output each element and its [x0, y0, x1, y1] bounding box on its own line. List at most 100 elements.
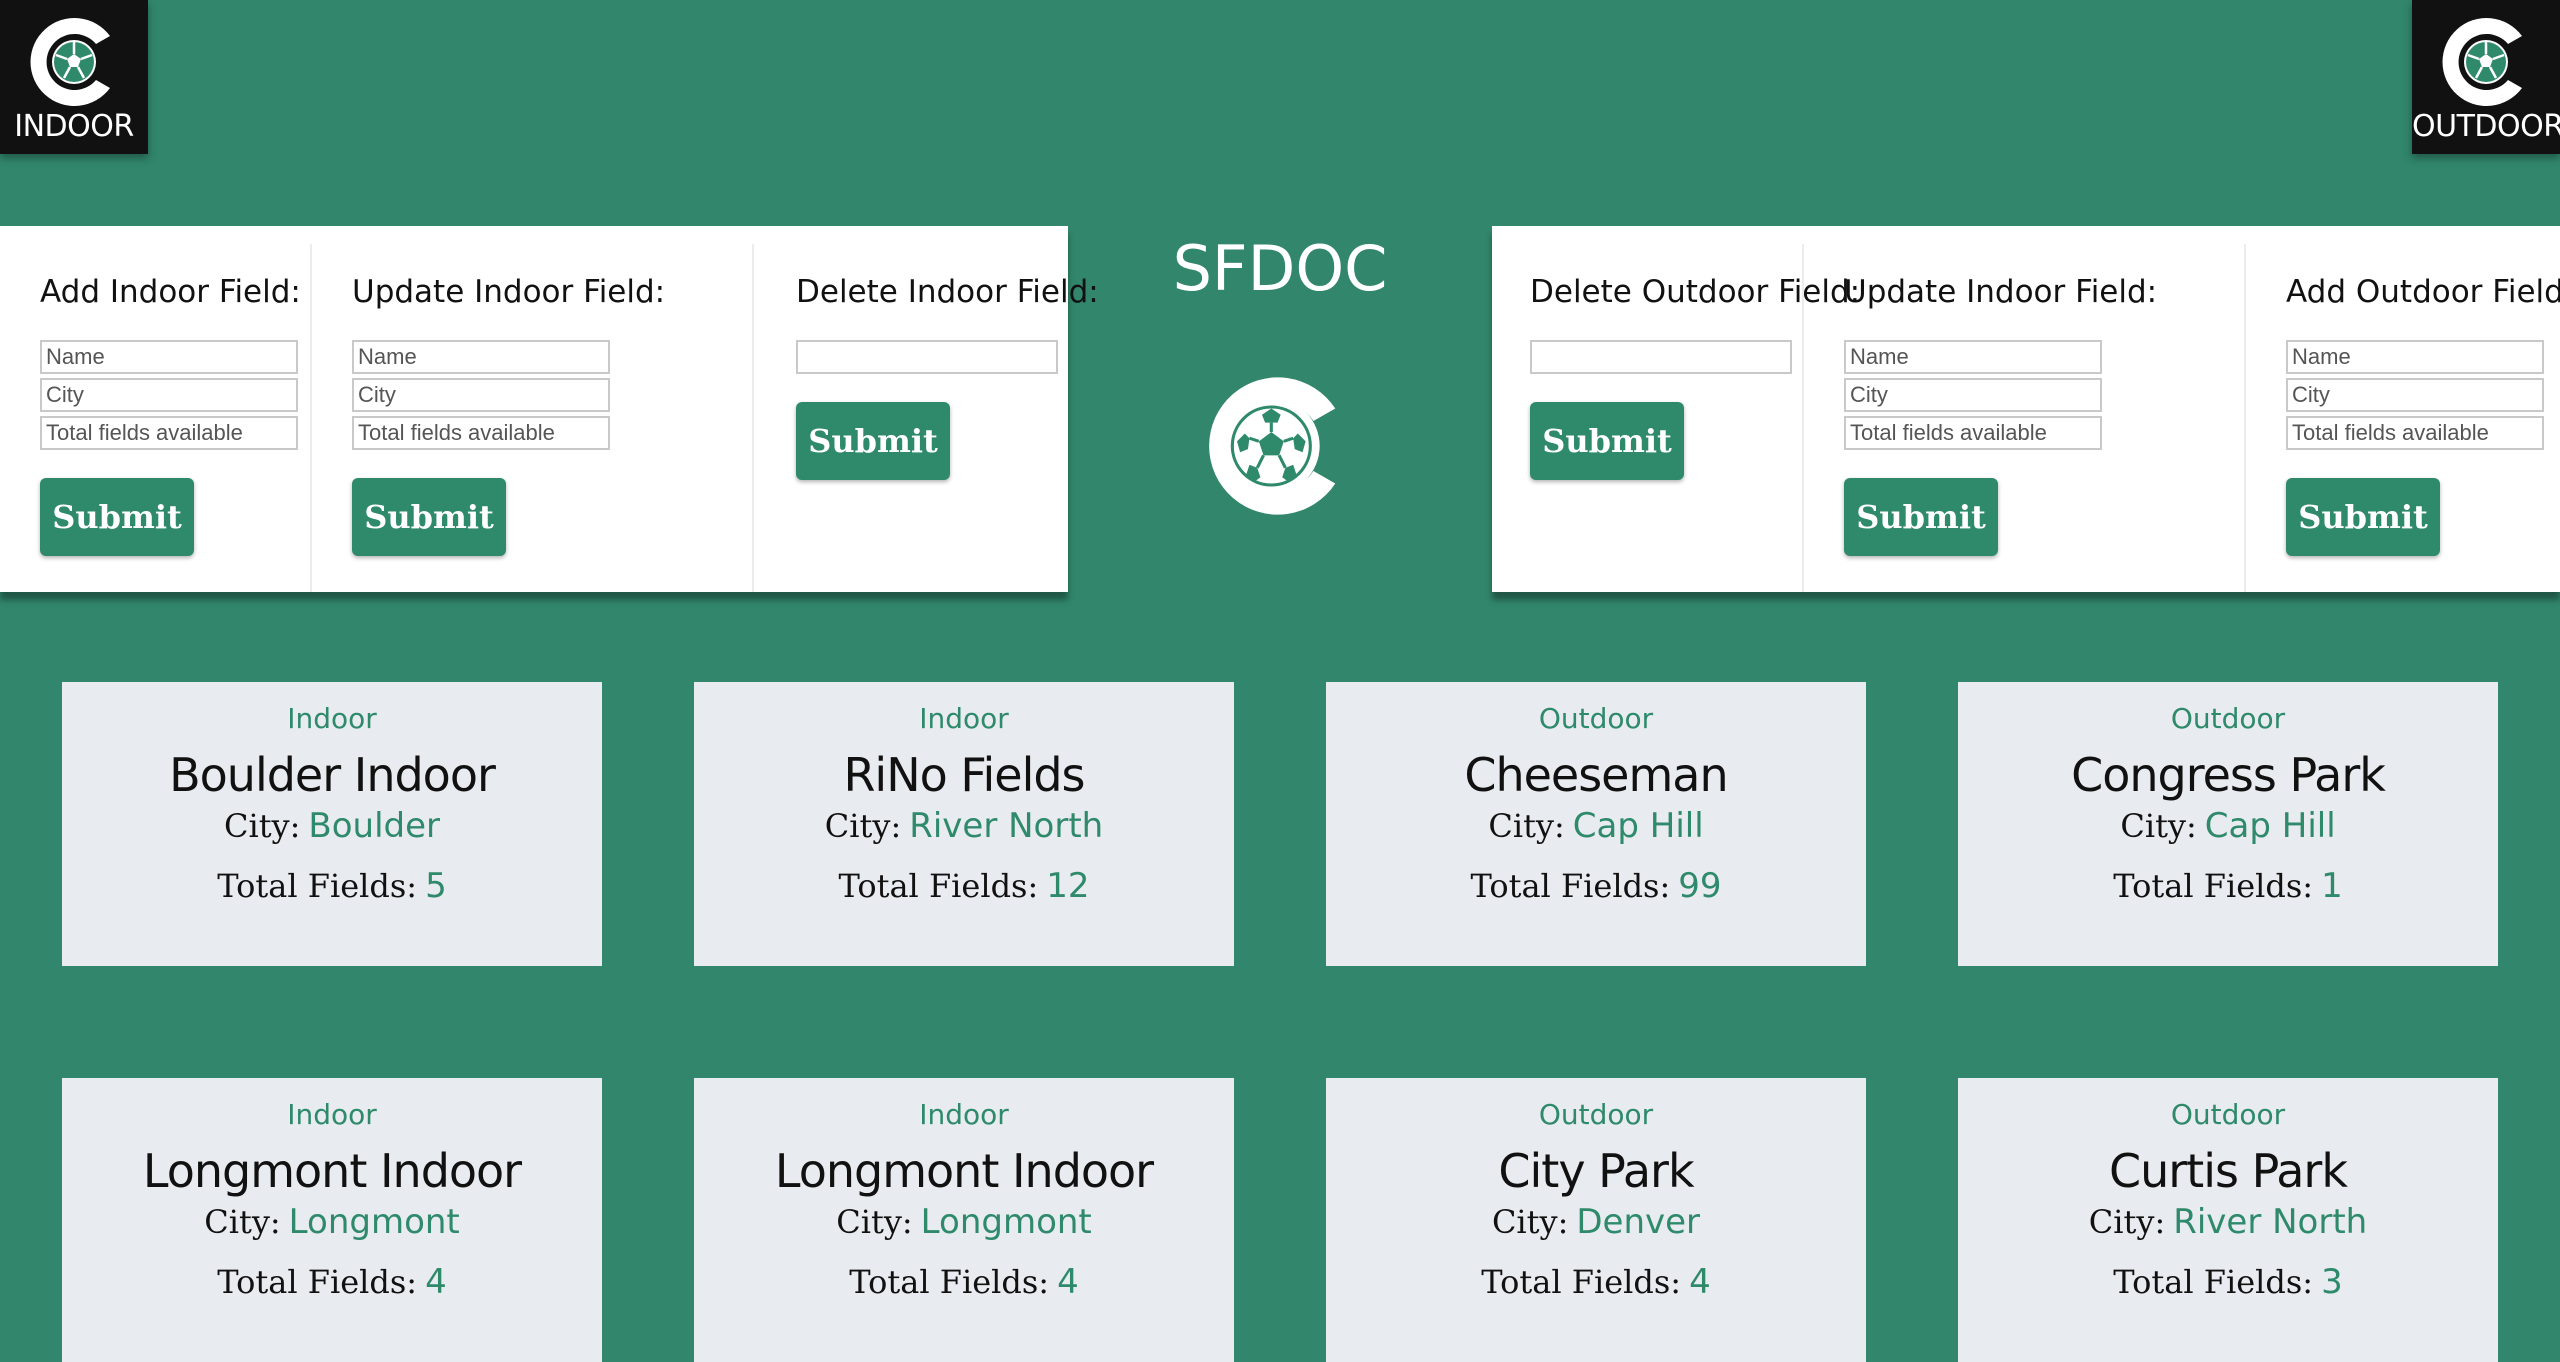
- soccer-c-logo-icon: [30, 18, 110, 106]
- field-card: Indoor Boulder Indoor City: Boulder Total…: [62, 682, 602, 966]
- name-input[interactable]: [352, 340, 610, 374]
- card-total-line: Total Fields: 5: [62, 866, 602, 906]
- form-title: Update Indoor Field:: [1844, 274, 2158, 310]
- total-fields-input[interactable]: [1844, 416, 2102, 450]
- submit-button[interactable]: Submit: [1530, 402, 1684, 480]
- soccer-c-logo-icon: [2442, 18, 2522, 106]
- total-label: Total Fields:: [2113, 867, 2314, 905]
- city-input[interactable]: [1844, 378, 2102, 412]
- city-value: Boulder: [308, 806, 441, 846]
- total-value: 4: [1057, 1262, 1079, 1302]
- outdoor-logo-link[interactable]: OUTDOOR: [2412, 0, 2560, 154]
- indoor-logo-label: INDOOR: [14, 109, 134, 144]
- delete-outdoor-form: Delete Outdoor Field: Submit: [1492, 244, 1860, 592]
- total-value: 99: [1678, 866, 1722, 906]
- submit-button[interactable]: Submit: [2286, 478, 2440, 556]
- total-value: 4: [1689, 1262, 1711, 1302]
- city-label: City:: [1491, 1203, 1569, 1241]
- city-input[interactable]: [2286, 378, 2544, 412]
- card-type: Indoor: [919, 702, 1009, 735]
- total-fields-input[interactable]: [40, 416, 298, 450]
- brand-title: SFDOC: [1172, 232, 1388, 305]
- card-type: Indoor: [919, 1098, 1009, 1131]
- total-value: 4: [425, 1262, 447, 1302]
- field-card: Indoor Longmont Indoor City: Longmont Tot…: [62, 1078, 602, 1362]
- city-value: River North: [909, 806, 1104, 846]
- total-label: Total Fields:: [217, 867, 418, 905]
- city-label: City:: [824, 807, 902, 845]
- indoor-logo-link[interactable]: INDOOR: [0, 0, 148, 154]
- delete-indoor-form: Delete Indoor Field: Submit: [752, 244, 1099, 592]
- card-type: Outdoor: [2170, 702, 2286, 735]
- submit-button[interactable]: Submit: [796, 402, 950, 480]
- total-value: 3: [2321, 1262, 2343, 1302]
- card-type: Outdoor: [1538, 1098, 1654, 1131]
- name-input[interactable]: [40, 340, 298, 374]
- outdoor-forms-panel: Delete Outdoor Field: Submit Update Indo…: [1492, 226, 2560, 592]
- submit-button[interactable]: Submit: [40, 478, 194, 556]
- total-fields-input[interactable]: [352, 416, 610, 450]
- field-card: Indoor Longmont Indoor City: Longmont Tot…: [694, 1078, 1234, 1362]
- card-city-line: City: Boulder: [62, 806, 602, 846]
- card-name: Boulder Indoor: [169, 748, 496, 802]
- name-input[interactable]: [2286, 340, 2544, 374]
- total-label: Total Fields:: [2113, 1263, 2314, 1301]
- card-type: Outdoor: [1538, 702, 1654, 735]
- form-title: Add Outdoor Field:: [2286, 274, 2560, 310]
- city-label: City:: [2088, 1203, 2166, 1241]
- field-card: Outdoor Cheeseman City: Cap Hill Total Fi…: [1326, 682, 1866, 966]
- total-label: Total Fields:: [849, 1263, 1050, 1301]
- delete-name-input[interactable]: [1530, 340, 1792, 374]
- city-label: City:: [223, 807, 301, 845]
- city-value: Longmont: [920, 1202, 1092, 1242]
- card-name: Longmont Indoor: [142, 1144, 522, 1198]
- card-city-line: City: Longmont: [62, 1202, 602, 1242]
- card-city-line: City: Denver: [1326, 1202, 1866, 1242]
- card-type: Indoor: [287, 1098, 377, 1131]
- card-total-line: Total Fields: 4: [694, 1262, 1234, 1302]
- soccer-c-brand-icon: [1209, 377, 1336, 515]
- submit-button[interactable]: Submit: [352, 478, 506, 556]
- add-indoor-form: Add Indoor Field: Submit: [0, 244, 310, 592]
- city-value: River North: [2173, 1202, 2368, 1242]
- card-name: RiNo Fields: [843, 748, 1085, 802]
- city-input[interactable]: [40, 378, 298, 412]
- card-city-line: City: Cap Hill: [1326, 806, 1866, 846]
- total-value: 5: [425, 866, 447, 906]
- card-total-line: Total Fields: 4: [62, 1262, 602, 1302]
- total-fields-input[interactable]: [2286, 416, 2544, 450]
- form-title: Add Indoor Field:: [40, 274, 301, 310]
- total-label: Total Fields:: [1470, 867, 1671, 905]
- outdoor-logo-label: OUTDOOR: [2412, 109, 2560, 144]
- form-title: Delete Indoor Field:: [796, 274, 1099, 310]
- card-type: Outdoor: [2170, 1098, 2286, 1131]
- card-name: Congress Park: [2071, 748, 2386, 802]
- add-outdoor-form: Add Outdoor Field: Submit: [2244, 244, 2560, 592]
- total-label: Total Fields:: [1481, 1263, 1682, 1301]
- total-value: 12: [1046, 866, 1090, 906]
- card-city-line: City: River North: [694, 806, 1234, 846]
- submit-button[interactable]: Submit: [1844, 478, 1998, 556]
- city-label: City:: [1488, 807, 1565, 845]
- card-city-line: City: Cap Hill: [1958, 806, 2498, 846]
- update-indoor-form: Update Indoor Field: Submit: [310, 244, 754, 592]
- city-input[interactable]: [352, 378, 610, 412]
- card-name: Curtis Park: [2108, 1144, 2348, 1198]
- delete-name-input[interactable]: [796, 340, 1058, 374]
- city-value: Longmont: [288, 1202, 460, 1242]
- city-label: City:: [204, 1203, 281, 1241]
- city-label: City:: [836, 1203, 913, 1241]
- card-city-line: City: River North: [1958, 1202, 2498, 1242]
- card-name: Cheeseman: [1464, 748, 1728, 802]
- card-total-line: Total Fields: 3: [1958, 1262, 2498, 1302]
- total-label: Total Fields:: [838, 867, 1039, 905]
- card-total-line: Total Fields: 1: [1958, 866, 2498, 906]
- update-outdoor-form: Update Indoor Field: Submit: [1802, 244, 2246, 592]
- city-value: Cap Hill: [2204, 806, 2336, 846]
- field-card: Outdoor City Park City: Denver Total Fiel…: [1326, 1078, 1866, 1362]
- city-value: Denver: [1576, 1202, 1701, 1242]
- field-card: Outdoor Curtis Park City: River North Tot…: [1958, 1078, 2498, 1362]
- name-input[interactable]: [1844, 340, 2102, 374]
- city-value: Cap Hill: [1572, 806, 1704, 846]
- card-name: Longmont Indoor: [774, 1144, 1154, 1198]
